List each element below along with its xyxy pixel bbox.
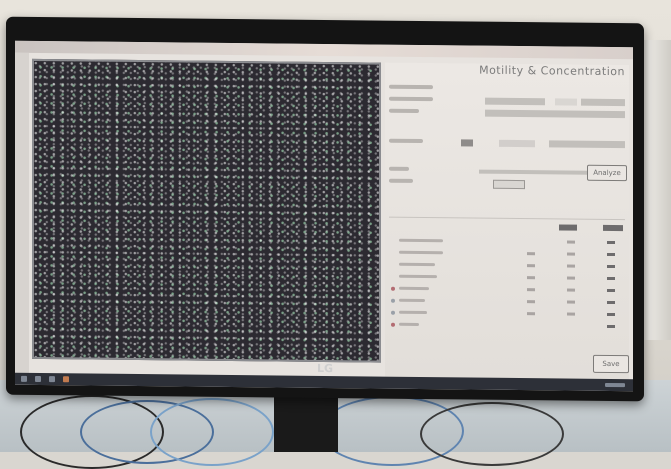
input-field[interactable] xyxy=(461,139,473,147)
monitor-stand xyxy=(274,396,338,452)
field-label xyxy=(389,108,419,113)
table-cell xyxy=(527,288,535,292)
save-button[interactable]: Save xyxy=(593,354,629,374)
table-row xyxy=(391,238,623,247)
row-label xyxy=(399,250,443,255)
monitor: Motility & Concentration Analyze Save xyxy=(6,16,644,402)
status-dot xyxy=(391,322,395,327)
field-row xyxy=(389,108,625,119)
table-cell xyxy=(567,288,575,292)
table-cell xyxy=(607,312,615,317)
field-label xyxy=(389,96,433,102)
input-field[interactable] xyxy=(499,139,535,148)
field-row xyxy=(389,84,625,95)
input-field[interactable] xyxy=(485,109,625,119)
app-titlebar xyxy=(15,40,633,60)
analyze-button[interactable]: Analyze xyxy=(587,164,627,182)
table-row xyxy=(391,223,623,232)
row-label xyxy=(399,310,427,315)
row-label xyxy=(399,286,429,291)
divider xyxy=(389,216,625,221)
table-row xyxy=(391,286,623,295)
input-field[interactable] xyxy=(549,140,625,149)
table-cell xyxy=(607,324,615,329)
table-cell xyxy=(527,252,535,256)
table-cell xyxy=(607,276,615,281)
results-table xyxy=(391,223,623,335)
table-row xyxy=(391,322,623,331)
status-dot xyxy=(391,286,395,291)
panel-title: Motility & Concentration xyxy=(479,63,625,79)
monitor-logo: LG xyxy=(316,361,334,376)
table-cell xyxy=(607,264,615,269)
table-cell xyxy=(567,252,575,256)
field-label xyxy=(389,166,409,171)
taskbar-icon[interactable] xyxy=(21,375,27,382)
left-toolbar xyxy=(15,52,29,385)
table-cell xyxy=(607,300,615,305)
field-row xyxy=(389,96,625,107)
table-cell xyxy=(567,312,575,316)
table-cell xyxy=(603,224,623,232)
status-dot xyxy=(391,298,395,303)
table-cell xyxy=(567,276,575,280)
table-cell xyxy=(607,240,615,245)
input-field[interactable] xyxy=(555,98,577,106)
table-cell xyxy=(559,224,577,231)
cable xyxy=(420,402,564,466)
input-field[interactable] xyxy=(485,97,545,106)
table-row xyxy=(391,250,623,259)
row-label xyxy=(399,274,437,279)
taskbar-icon[interactable] xyxy=(35,375,41,383)
taskbar-icon[interactable] xyxy=(49,376,55,383)
table-row xyxy=(391,274,623,283)
field-label xyxy=(389,138,423,144)
table-cell xyxy=(527,276,535,280)
cable xyxy=(150,398,274,466)
table-cell xyxy=(607,288,615,293)
taskbar-icon[interactable] xyxy=(63,376,69,383)
row-label xyxy=(399,322,419,326)
input-field[interactable] xyxy=(493,179,525,190)
table-cell xyxy=(527,300,535,304)
row-label xyxy=(399,238,443,243)
control-panel: Motility & Concentration Analyze Save xyxy=(385,62,629,384)
table-cell xyxy=(527,312,535,316)
field-label xyxy=(389,84,433,90)
row-label xyxy=(399,262,435,267)
taskbar-icon[interactable] xyxy=(605,382,625,388)
particle-image xyxy=(32,58,381,363)
table-cell xyxy=(567,300,575,304)
monitor-screen: Motility & Concentration Analyze Save xyxy=(15,40,633,392)
field-row xyxy=(389,138,625,149)
table-cell xyxy=(527,264,535,268)
table-cell xyxy=(607,252,615,257)
table-row xyxy=(391,310,623,319)
slider[interactable] xyxy=(479,169,589,175)
table-cell xyxy=(567,240,575,244)
table-cell xyxy=(567,264,575,268)
table-row xyxy=(391,262,623,271)
field-label xyxy=(389,178,413,183)
row-label xyxy=(399,298,425,303)
status-dot xyxy=(391,310,395,315)
table-row xyxy=(391,298,623,307)
input-field[interactable] xyxy=(581,98,625,107)
